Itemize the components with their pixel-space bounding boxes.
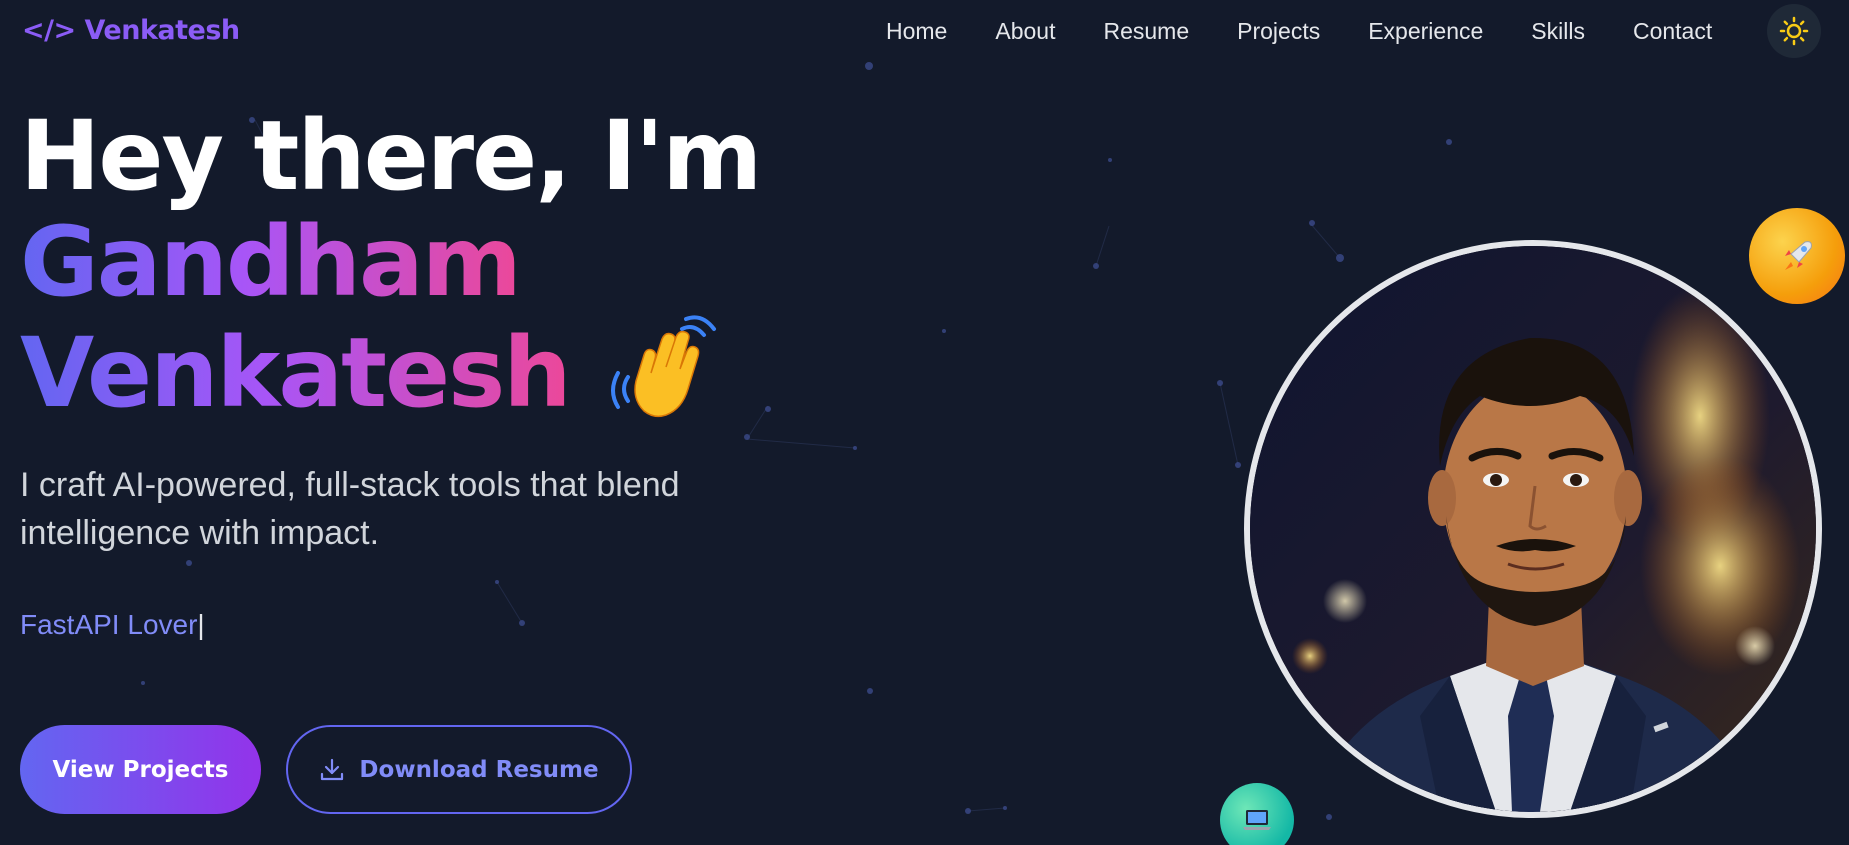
- sun-icon: [1779, 16, 1809, 46]
- nav-link-home[interactable]: Home: [886, 18, 947, 45]
- hero-tagline: I craft AI-powered, full-stack tools tha…: [20, 466, 680, 552]
- laptop-icon: [1243, 810, 1271, 830]
- rocket-badge: [1749, 208, 1845, 304]
- nav-link-resume[interactable]: Resume: [1103, 18, 1189, 45]
- navbar: </> Venkatesh Home About Resume Projects…: [0, 0, 1849, 66]
- typing-cursor: |: [197, 609, 205, 640]
- nav-link-experience[interactable]: Experience: [1368, 18, 1483, 45]
- hero-greeting: Hey there, I'm: [20, 100, 762, 212]
- nav-link-skills[interactable]: Skills: [1531, 18, 1585, 45]
- theme-toggle-button[interactable]: [1767, 4, 1821, 58]
- hero-heading: Hey there, I'm Gandham Venkatesh: [20, 100, 762, 445]
- waving-hand-icon: [610, 315, 720, 445]
- hero-last-name: Venkatesh: [20, 317, 572, 430]
- download-resume-label: Download Resume: [359, 756, 599, 783]
- nav-link-contact[interactable]: Contact: [1633, 18, 1712, 45]
- nav-link-about[interactable]: About: [995, 18, 1055, 45]
- nav-link-projects[interactable]: Projects: [1237, 18, 1320, 45]
- rocket-icon: [1785, 241, 1812, 270]
- profile-photo: [1244, 240, 1822, 818]
- view-projects-button[interactable]: View Projects: [20, 725, 261, 814]
- nav-links: Home About Resume Projects Experience Sk…: [886, 18, 1760, 45]
- typed-text-value: FastAPI Lover: [20, 609, 198, 640]
- logo[interactable]: </> Venkatesh: [22, 15, 240, 46]
- typed-text: FastAPI Lover|: [20, 609, 205, 641]
- download-icon: [321, 758, 344, 780]
- portfolio-page: </> Venkatesh Home About Resume Projects…: [0, 0, 1849, 845]
- hero-first-name: Gandham: [20, 206, 522, 318]
- download-resume-button[interactable]: Download Resume: [286, 725, 632, 814]
